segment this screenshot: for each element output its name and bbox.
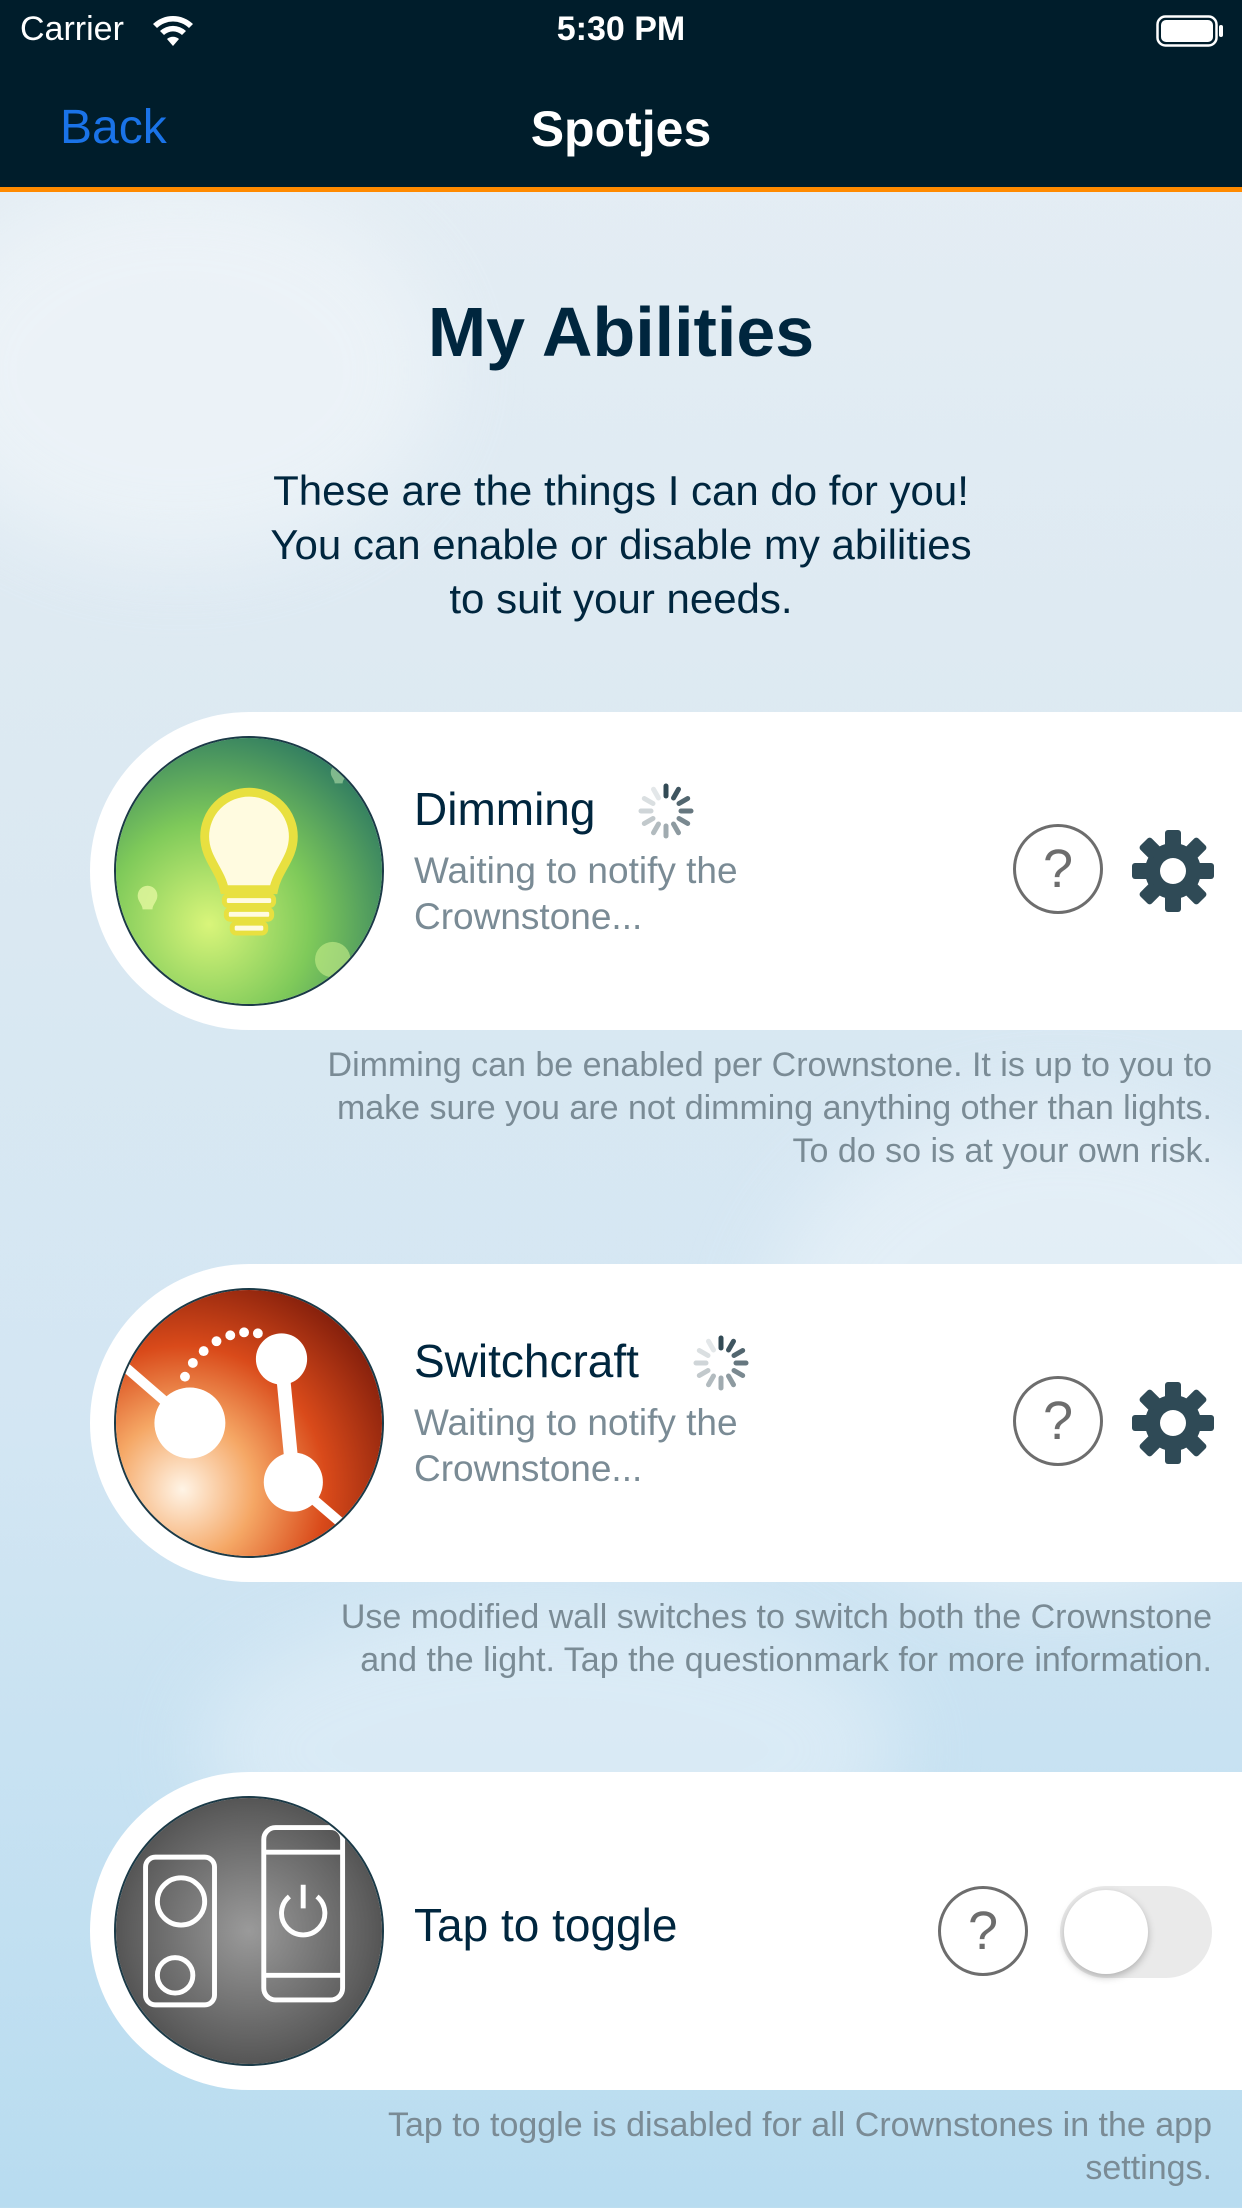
description-line: and the light. Tap the questionmark for … (360, 1641, 1212, 1679)
ability-description: Use modified wall switches to switch bot… (212, 1596, 1212, 1682)
gear-icon[interactable] (1130, 1380, 1216, 1466)
battery-icon (1156, 15, 1223, 47)
ability-name: Tap to toggle (414, 1899, 678, 1951)
navigation-bar: Back Spotjes (0, 62, 1242, 192)
lightbulb-icon (114, 736, 384, 1006)
intro-line: to suit your needs. (449, 575, 793, 622)
status-line: Waiting to notify the (414, 850, 738, 891)
ability-name: Dimming (414, 783, 596, 835)
help-button[interactable]: ? (1013, 824, 1103, 914)
page-title: My Abilities (427, 293, 815, 371)
intro-line: These are the things I can do for you! (273, 467, 969, 514)
ability-status: Waiting to notify the Crownstone... (414, 1400, 834, 1492)
help-button[interactable]: ? (1013, 1376, 1103, 1466)
phone-plug-icon (114, 1796, 384, 2066)
description-line: To do so is at your own risk. (792, 1132, 1212, 1170)
status-time: 5:30 PM (556, 10, 686, 48)
tap-to-toggle-switch[interactable] (1060, 1886, 1212, 1978)
description-line: Tap to toggle is disabled for all Crowns… (387, 2106, 1212, 2144)
description-line: Dimming can be enabled per Crownstone. I… (327, 1046, 1212, 1084)
ability-description: Dimming can be enabled per Crownstone. I… (212, 1044, 1212, 1173)
loading-spinner-icon (693, 1335, 749, 1391)
description-line: Use modified wall switches to switch bot… (340, 1598, 1212, 1636)
ability-card-tap-to-toggle: Tap to toggle ? (90, 1772, 1242, 2090)
description-line: make sure you are not dimming anything o… (336, 1089, 1212, 1127)
ability-card-switchcraft: Switchcraft Waiting to notify the Crowns… (90, 1264, 1242, 1582)
status-line: Crownstone... (414, 896, 643, 937)
toggle-knob (1064, 1890, 1148, 1974)
help-button[interactable]: ? (938, 1886, 1028, 1976)
status-line: Crownstone... (414, 1448, 643, 1489)
status-bar: Carrier 5:30 PM (0, 0, 1242, 62)
ability-card-dimming: Dimming Waiting to notify the Crownstone… (90, 712, 1242, 1030)
gear-icon[interactable] (1130, 828, 1216, 914)
wall-switch-icon (114, 1288, 384, 1558)
intro-line: You can enable or disable my abilities (270, 521, 972, 568)
loading-spinner-icon (638, 783, 694, 839)
ability-description: Tap to toggle is disabled for all Crowns… (212, 2104, 1212, 2190)
ability-name: Switchcraft (414, 1335, 639, 1387)
nav-title: Spotjes (530, 101, 712, 157)
status-line: Waiting to notify the (414, 1402, 738, 1443)
description-line: settings. (1085, 2149, 1212, 2187)
intro-text: These are the things I can do for you! Y… (170, 464, 1072, 626)
ability-status: Waiting to notify the Crownstone... (414, 848, 834, 940)
